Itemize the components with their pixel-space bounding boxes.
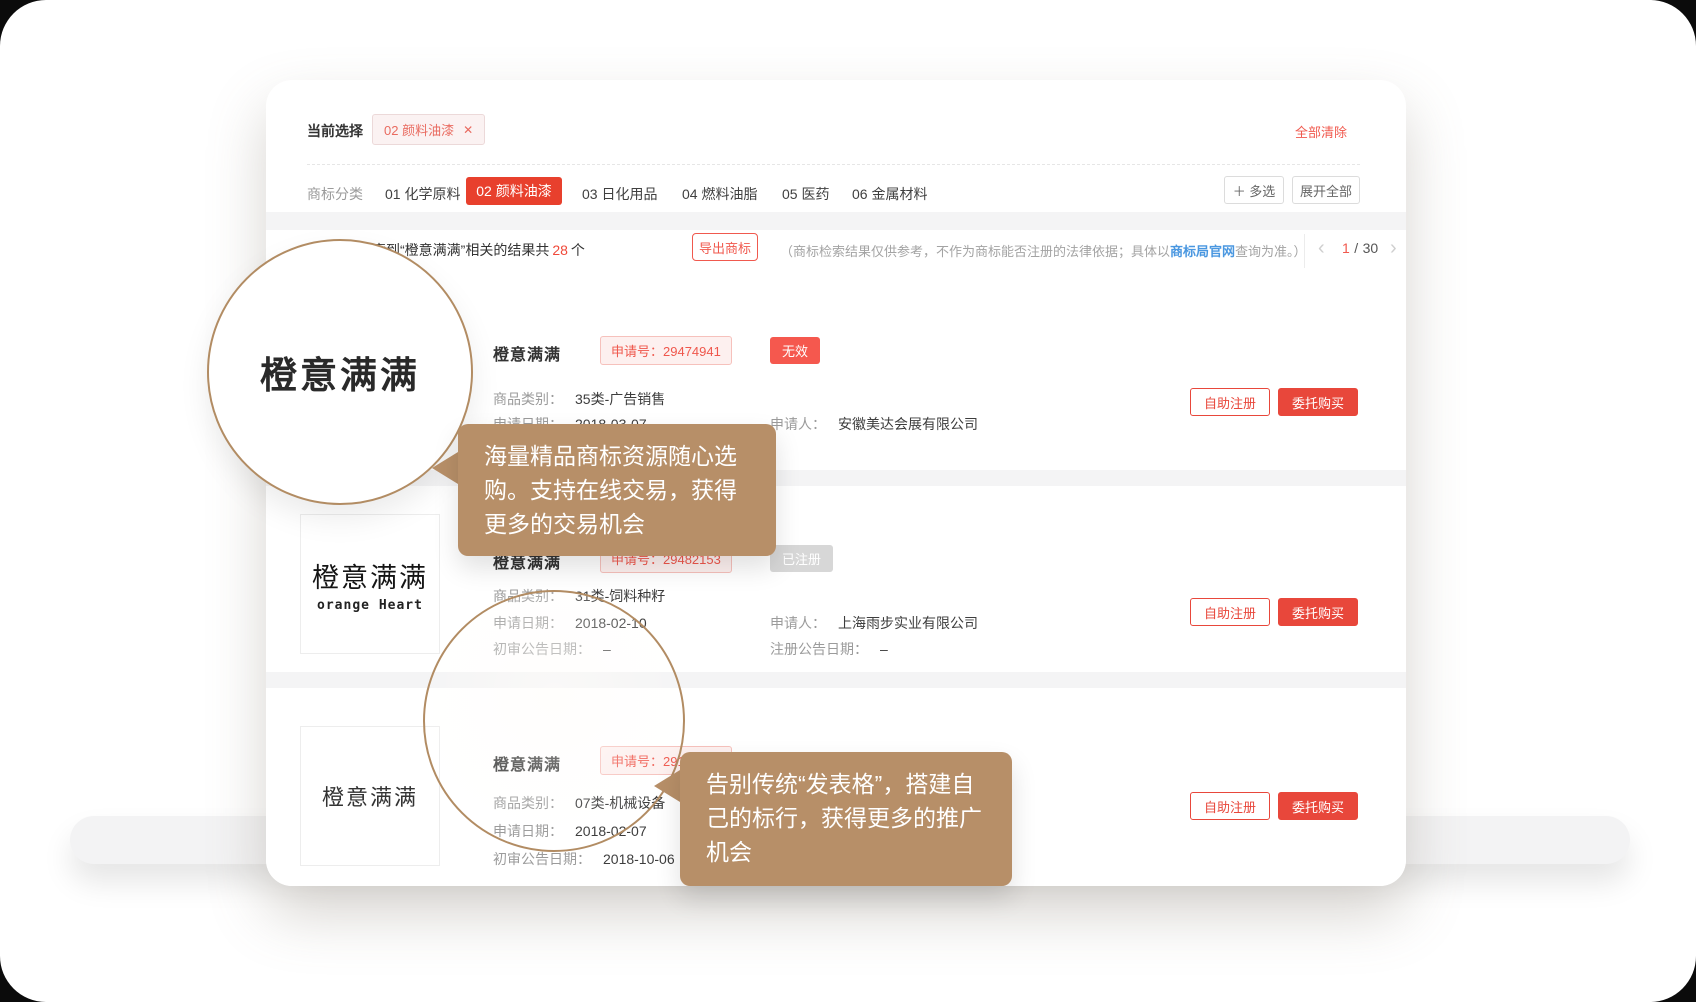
field-label: 申请人：	[770, 416, 826, 432]
field-label: 商品类别：	[493, 391, 563, 407]
category-item-02-active[interactable]: 02 颜料油漆	[466, 177, 562, 205]
application-number-tag: 申请号：29474941	[600, 336, 732, 365]
selected-filter-tag-label: 02 颜料油漆	[384, 120, 454, 139]
category-item-05[interactable]: 05 医药	[782, 184, 829, 204]
category-item-04[interactable]: 04 燃料油脂	[682, 184, 757, 204]
status-badge: 无效	[770, 337, 820, 364]
field-value: –	[880, 641, 888, 657]
self-register-button[interactable]: 自助注册	[1190, 598, 1270, 626]
self-register-button[interactable]: 自助注册	[1190, 792, 1270, 820]
callout-promotion: 告别传统“发表格”，搭建自己的标行，获得更多的推广机会	[680, 752, 1012, 886]
field-line: 申请人： 安徽美达会展有限公司	[770, 414, 978, 434]
category-bar-label: 商标分类	[307, 184, 363, 204]
selected-filter-tag[interactable]: 02 颜料油漆 ✕	[372, 114, 485, 145]
section-gap	[266, 212, 1406, 230]
field-label: 申请人：	[770, 615, 826, 631]
results-count: 28	[552, 242, 568, 258]
divider	[307, 164, 1360, 165]
field-label: 注册公告日期：	[770, 641, 868, 657]
field-line: 商品类别： 35类-广告销售	[493, 389, 665, 409]
pagination-total: 30	[1363, 240, 1379, 256]
application-number-value: 29474941	[663, 344, 721, 359]
field-value: 35类-广告销售	[575, 391, 665, 407]
disclaimer-text: （商标检索结果仅供参考，不作为商标能否注册的法律依据；具体以	[780, 244, 1170, 259]
disclaimer-suffix: 查询为准。）	[1235, 244, 1307, 259]
trademark-mark-text: 橙意满满	[322, 780, 418, 812]
callout-arrow	[432, 452, 458, 484]
field-value: 2018-10-06	[603, 851, 675, 867]
entrust-buy-button[interactable]: 委托购买	[1278, 388, 1358, 416]
trademark-mark-text: 橙意满满	[312, 556, 428, 595]
close-icon[interactable]: ✕	[463, 123, 473, 137]
field-line: 申请人： 上海雨步实业有限公司	[770, 613, 978, 633]
field-line: 初审公告日期： 2018-10-06	[493, 849, 675, 869]
entrust-buy-button[interactable]: 委托购买	[1278, 598, 1358, 626]
export-trademark-button[interactable]: 导出商标	[692, 233, 758, 261]
category-item-03[interactable]: 03 日化用品	[582, 184, 657, 204]
magnified-trademark-text: 橙意满满	[260, 345, 420, 399]
clear-all-button[interactable]: 全部清除	[1295, 122, 1347, 141]
callout-arrow	[654, 770, 680, 802]
pagination-separator: /	[1354, 240, 1358, 256]
field-label: 初审公告日期：	[493, 851, 591, 867]
pagination-current: 1	[1342, 240, 1350, 256]
callout-marketplace: 海量精品商标资源随心选购。支持在线交易，获得更多的交易机会	[458, 424, 776, 556]
expand-all-button[interactable]: 展开全部	[1292, 176, 1360, 204]
field-line: 注册公告日期：–	[770, 639, 888, 659]
chevron-left-icon[interactable]: ‹	[1318, 238, 1325, 258]
magnifier-circle	[423, 590, 685, 852]
entrust-buy-button[interactable]: 委托购买	[1278, 792, 1358, 820]
multi-select-button[interactable]: ＋ 多选	[1224, 176, 1284, 204]
field-value: 安徽美达会展有限公司	[838, 416, 978, 432]
results-unit: 个	[571, 242, 585, 258]
category-item-06[interactable]: 06 金属材料	[852, 184, 927, 204]
category-item-01[interactable]: 01 化学原料	[385, 184, 460, 204]
trademark-mark-subtext: orange Heart	[317, 598, 423, 613]
self-register-button[interactable]: 自助注册	[1190, 388, 1270, 416]
trademark-office-link[interactable]: 商标局官网	[1170, 244, 1235, 259]
application-number-label: 申请号：	[611, 344, 663, 359]
divider	[1304, 234, 1305, 268]
trademark-image[interactable]: 橙意满满 orange Heart	[300, 514, 440, 654]
trademark-image[interactable]: 橙意满满	[300, 726, 440, 866]
trademark-title[interactable]: 橙意满满	[493, 341, 561, 365]
field-value: 上海雨步实业有限公司	[838, 615, 978, 631]
results-disclaimer: （商标检索结果仅供参考，不作为商标能否注册的法律依据；具体以商标局官网查询为准。…	[780, 241, 1307, 260]
status-badge: 已注册	[770, 545, 833, 572]
current-selection-label: 当前选择	[307, 121, 363, 141]
chevron-right-icon[interactable]: ›	[1390, 238, 1397, 258]
pagination: 1 / 30	[1342, 240, 1378, 258]
